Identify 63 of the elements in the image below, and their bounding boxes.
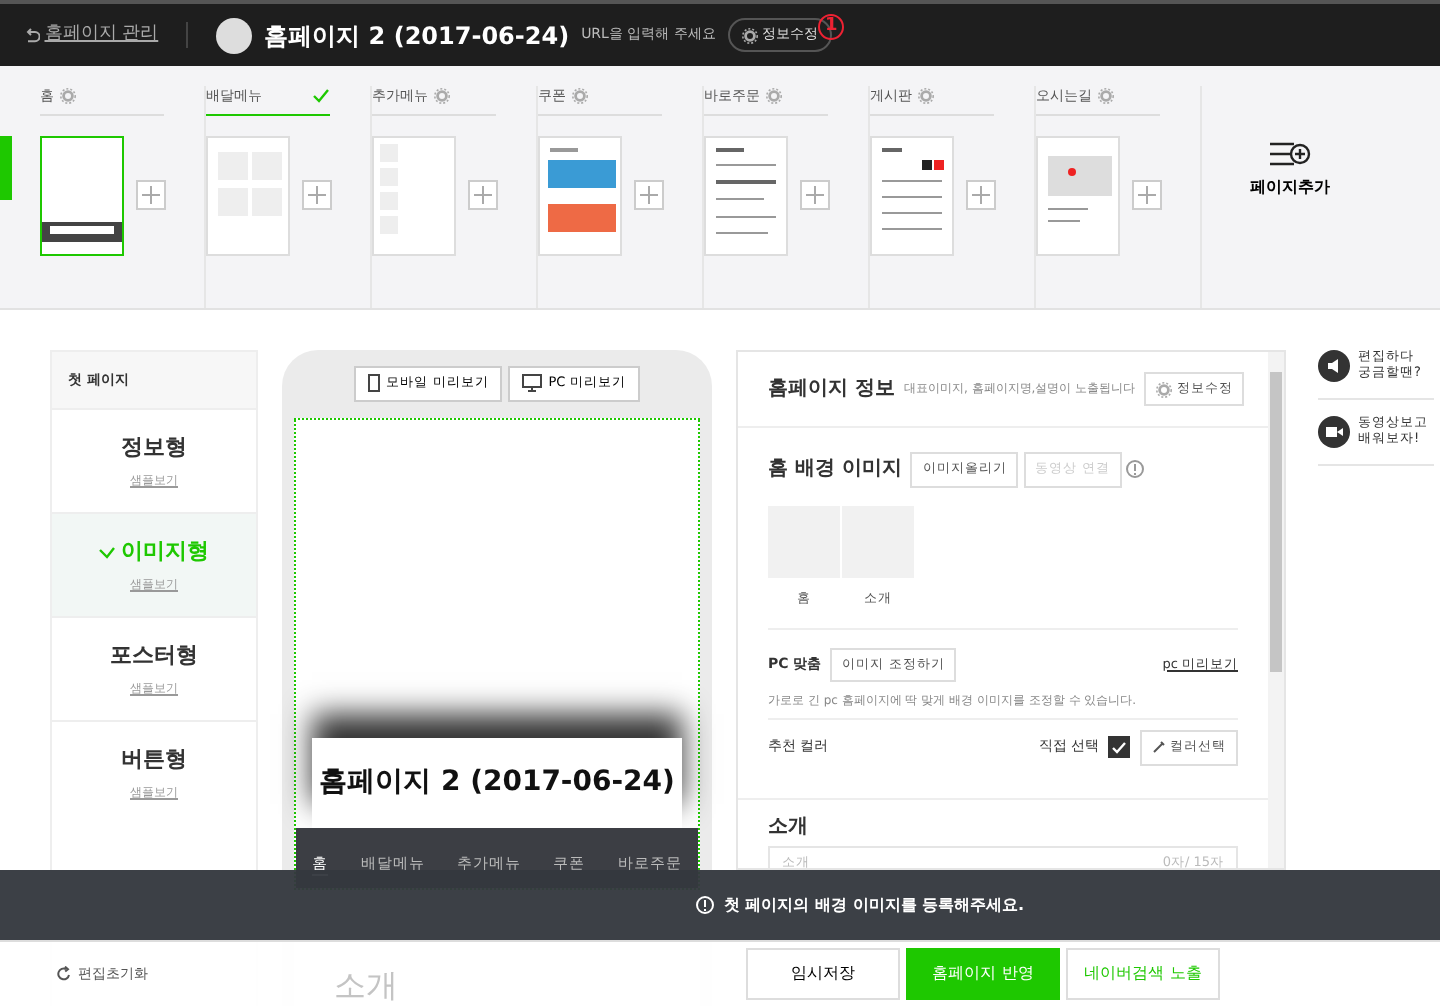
panel-toggle-tab[interactable] [0, 136, 12, 200]
page-thumbnail[interactable] [704, 135, 788, 255]
page-thumbnail[interactable] [206, 135, 290, 255]
info-icon [1126, 460, 1145, 479]
section-title: 소개 [768, 814, 810, 842]
page-thumbnail-drawing [42, 221, 122, 241]
layout-name: 포스터형 [110, 640, 198, 673]
settings-icon [434, 88, 450, 105]
plus-icon [474, 186, 492, 204]
site-title: 홈페이지 2 (2017-06-24) [264, 19, 570, 53]
settings-icon [741, 27, 758, 43]
site-logo [216, 17, 253, 53]
scrollbar[interactable] [1268, 352, 1284, 868]
back-link[interactable]: 홈페이지 관리 [24, 21, 189, 49]
info-icon [695, 896, 714, 914]
add-button[interactable] [468, 180, 498, 210]
plus-icon [1138, 186, 1156, 204]
settings-icon [766, 88, 782, 105]
add-button[interactable] [634, 180, 664, 210]
add-button[interactable] [800, 180, 830, 210]
eyedropper-icon [1151, 740, 1166, 755]
scrollbar-thumb[interactable] [1270, 372, 1282, 672]
add-button[interactable] [136, 180, 166, 210]
footer-button[interactable]: 임시저장 [746, 948, 900, 1000]
settings-icon [1156, 381, 1173, 397]
monitor-icon [522, 374, 543, 393]
notification-text: 첫 페이지의 배경 이미지를 등록해주세요. [723, 893, 1025, 917]
megaphone-icon [1318, 350, 1350, 382]
page-thumbnail[interactable] [538, 135, 622, 255]
page-thumbnail[interactable] [1036, 135, 1120, 255]
page-thumbnail[interactable] [870, 135, 954, 255]
back-icon [24, 27, 40, 43]
page-thumbnail[interactable] [40, 135, 124, 255]
video-camera-icon [1318, 416, 1350, 448]
layout-name: 버튼형 [121, 744, 187, 777]
preview-section-title: 소개 [334, 965, 398, 1004]
settings-icon [918, 88, 934, 105]
preview-site-title: 홈페이지 2 (2017-06-24) [312, 737, 682, 827]
add-button[interactable] [302, 180, 332, 210]
add-page-button[interactable]: 페이지추가 [1238, 136, 1342, 308]
add-button[interactable] [966, 180, 996, 210]
plus-icon [308, 186, 326, 204]
plus-icon [806, 186, 824, 204]
settings-icon [60, 88, 76, 105]
reset-icon [56, 966, 72, 982]
layout-name: 이미지형 [121, 536, 210, 569]
section-title: 홈 배경 이미지 [768, 456, 902, 485]
plus-icon [142, 186, 160, 204]
check-icon [98, 546, 117, 560]
add-button[interactable] [1132, 180, 1162, 210]
panel-title: 홈페이지 정보 [768, 376, 895, 404]
mobile-icon [368, 374, 381, 393]
settings-icon [1098, 88, 1114, 105]
step-marker: 1 [818, 14, 845, 40]
plus-icon [640, 186, 658, 204]
settings-icon [572, 88, 588, 105]
check-icon [1112, 741, 1127, 754]
checkbox[interactable] [1108, 736, 1131, 759]
layout-name: 정보형 [121, 432, 187, 465]
page-thumbnail[interactable] [372, 135, 456, 255]
add-page-icon [1268, 138, 1312, 170]
check-icon [312, 88, 330, 105]
plus-icon [972, 186, 990, 204]
